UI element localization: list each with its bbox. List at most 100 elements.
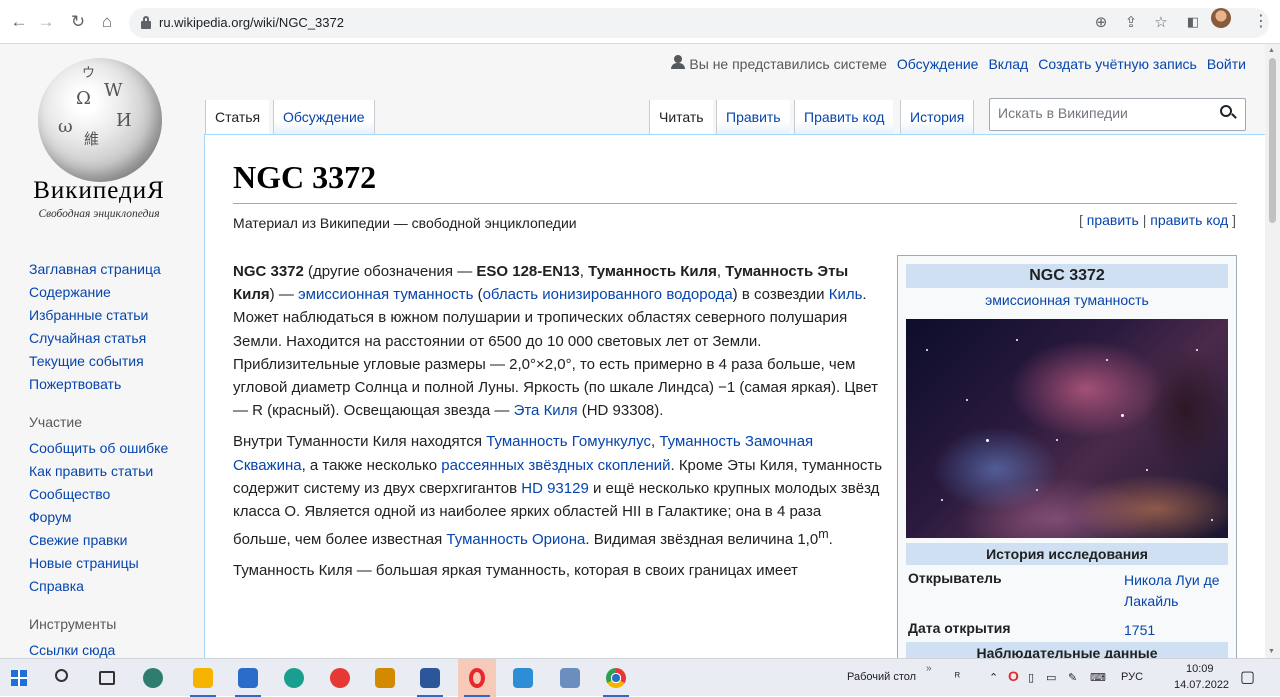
scroll-up-icon[interactable]: ▲ bbox=[1268, 47, 1275, 54]
url-text[interactable]: ru.wikipedia.org/wiki/NGC_3372 bbox=[159, 15, 344, 30]
discovery-date-link[interactable]: 1751 bbox=[1124, 620, 1228, 641]
sidebar-item-random[interactable]: Случайная статья bbox=[29, 327, 199, 350]
search-input[interactable] bbox=[998, 105, 1213, 121]
create-account-link[interactable]: Создать учётную запись bbox=[1038, 56, 1197, 72]
link-carina[interactable]: Киль bbox=[829, 286, 863, 303]
page-scrollbar[interactable]: ▲ ▼ bbox=[1265, 44, 1280, 658]
paragraph-2: Внутри Туманности Киля находятся Туманно… bbox=[233, 433, 883, 549]
sidebar-item-featured[interactable]: Избранные статьи bbox=[29, 304, 199, 327]
windows-start-icon[interactable] bbox=[0, 659, 38, 697]
task-view-icon[interactable] bbox=[88, 659, 126, 697]
paint-icon[interactable] bbox=[551, 659, 589, 697]
content-area: NGC 3372 Материал из Википедии — свободн… bbox=[204, 134, 1265, 658]
link-open-clusters[interactable]: рассеянных звёздных скоплений bbox=[441, 457, 670, 474]
network-icon[interactable]: ▭ bbox=[1046, 671, 1056, 684]
profile-avatar[interactable] bbox=[1211, 8, 1231, 28]
desktop-label[interactable]: Рабочий стол bbox=[847, 671, 916, 683]
sidebar-item-how-to-edit[interactable]: Как править статьи bbox=[29, 460, 199, 483]
tab-history[interactable]: История bbox=[900, 100, 975, 134]
notifications-icon[interactable]: ▢ bbox=[1240, 667, 1255, 687]
edge-icon[interactable] bbox=[275, 659, 313, 697]
infobox: NGC 3372 эмиссионная туманность История … bbox=[897, 255, 1237, 658]
battery-icon[interactable]: ▯ bbox=[1028, 671, 1034, 684]
infobox-subtitle-link[interactable]: эмиссионная туманность bbox=[906, 292, 1228, 308]
lock-icon[interactable] bbox=[141, 16, 151, 29]
tab-talk[interactable]: Обсуждение bbox=[273, 100, 375, 134]
home-icon[interactable]: ⌂ bbox=[97, 12, 117, 32]
sidebar-item-main-page[interactable]: Заглавная страница bbox=[29, 258, 199, 281]
search-box[interactable] bbox=[989, 98, 1246, 131]
edit-source-link[interactable]: править код bbox=[1150, 212, 1228, 228]
forward-icon[interactable]: → bbox=[36, 12, 56, 32]
nebula-image[interactable] bbox=[906, 319, 1228, 538]
sidebar-item-report-error[interactable]: Сообщить об ошибке bbox=[29, 437, 199, 460]
personal-talk-link[interactable]: Обсуждение bbox=[897, 56, 979, 72]
opera-icon[interactable] bbox=[458, 659, 496, 697]
sidepanel-icon[interactable]: ◧ bbox=[1183, 14, 1203, 30]
file-explorer-icon[interactable] bbox=[184, 659, 222, 697]
keyboard-icon[interactable]: ⌨ bbox=[1090, 671, 1106, 684]
star-icon[interactable]: ☆ bbox=[1151, 13, 1171, 31]
link-hd-93129[interactable]: HD 93129 bbox=[521, 480, 589, 497]
personal-contributions-link[interactable]: Вклад bbox=[988, 56, 1028, 72]
tab-article[interactable]: Статья bbox=[205, 100, 270, 134]
word-icon[interactable] bbox=[411, 659, 449, 697]
search-icon[interactable] bbox=[1220, 105, 1237, 121]
sidebar-item-new-pages[interactable]: Новые страницы bbox=[29, 552, 199, 575]
back-icon[interactable]: ← bbox=[9, 12, 29, 32]
scroll-down-icon[interactable]: ▼ bbox=[1268, 648, 1275, 655]
wikipedia-logo-globe[interactable]: Ω W И ω 維 ウ bbox=[38, 58, 162, 182]
sidebar: Заглавная страница Содержание Избранные … bbox=[29, 258, 199, 658]
sidebar-item-community[interactable]: Сообщество bbox=[29, 483, 199, 506]
scrollbar-thumb[interactable] bbox=[1269, 58, 1276, 223]
yandex-icon[interactable] bbox=[321, 659, 359, 697]
search-icon[interactable] bbox=[44, 659, 82, 697]
sidebar-item-help[interactable]: Справка bbox=[29, 575, 199, 598]
language-indicator[interactable]: РУС bbox=[1121, 671, 1143, 683]
reload-icon[interactable]: ↻ bbox=[68, 12, 88, 32]
screen-icon[interactable] bbox=[504, 659, 542, 697]
desktop-chevron-icon[interactable]: » bbox=[926, 663, 932, 674]
tab-edit-source[interactable]: Править код bbox=[794, 100, 894, 134]
link-homunculus[interactable]: Туманность Гомункулус bbox=[486, 433, 651, 450]
sidebar-item-forum[interactable]: Форум bbox=[29, 506, 199, 529]
chrome-icon[interactable] bbox=[597, 659, 635, 697]
clock-date[interactable]: 14.07.2022 bbox=[1174, 679, 1229, 691]
clock-time[interactable]: 10:09 bbox=[1186, 663, 1214, 675]
share-icon[interactable]: ⇪ bbox=[1121, 13, 1141, 31]
link-hii-region[interactable]: область ионизированного водорода bbox=[483, 286, 733, 303]
sidebar-nav: Заглавная страница Содержание Избранные … bbox=[29, 258, 199, 396]
discoverer-link[interactable]: Никола Луи де Лакайль bbox=[1124, 570, 1228, 612]
tray-expand-icon[interactable]: ⌃ bbox=[989, 671, 998, 684]
opera-tray-icon[interactable]: O bbox=[1008, 668, 1019, 684]
mail-icon[interactable] bbox=[229, 659, 267, 697]
zoom-icon[interactable]: ⊕ bbox=[1091, 13, 1111, 31]
personal-tools: Вы не представились системе Обсуждение В… bbox=[671, 55, 1246, 72]
link-eta-carinae[interactable]: Эта Киля bbox=[514, 402, 578, 419]
address-bar[interactable]: ru.wikipedia.org/wiki/NGC_3372 ⊕ ⇪ ☆ ◧ bbox=[129, 8, 1269, 38]
title-divider bbox=[233, 203, 1237, 204]
tab-read[interactable]: Читать bbox=[649, 100, 713, 134]
people-icon[interactable]: ᴿ bbox=[955, 671, 960, 683]
sidebar-item-contents[interactable]: Содержание bbox=[29, 281, 199, 304]
page-title: NGC 3372 bbox=[233, 159, 377, 195]
sidebar-item-donate[interactable]: Пожертвовать bbox=[29, 373, 199, 396]
media-player-icon[interactable] bbox=[366, 659, 404, 697]
sidebar-item-recent-changes[interactable]: Свежие правки bbox=[29, 529, 199, 552]
pen-icon[interactable]: ✎ bbox=[1068, 671, 1077, 684]
sidebar-participation: Сообщить об ошибке Как править статьи Со… bbox=[29, 437, 199, 598]
wikipedia-wordmark[interactable]: ВикипедиЯ bbox=[6, 177, 192, 205]
app-circle-icon[interactable] bbox=[134, 659, 172, 697]
system-tray: Рабочий стол » ᴿ ⌃ O ▯ ▭ ✎ ⌨ РУС 10:09 1… bbox=[840, 659, 1280, 697]
link-emission-nebula[interactable]: эмиссионная туманность bbox=[298, 286, 473, 303]
menu-icon[interactable]: ⋮ bbox=[1253, 11, 1269, 31]
anon-user: Вы не представились системе bbox=[671, 55, 887, 72]
sidebar-heading-participation: Участие bbox=[29, 414, 82, 430]
sidebar-item-current-events[interactable]: Текущие события bbox=[29, 350, 199, 373]
edit-link[interactable]: править bbox=[1087, 212, 1139, 228]
tab-edit[interactable]: Править bbox=[716, 100, 790, 134]
wikipedia-tagline: Свободная энциклопедия bbox=[38, 208, 160, 220]
login-link[interactable]: Войти bbox=[1207, 56, 1246, 72]
sidebar-item-what-links-here[interactable]: Ссылки сюда bbox=[29, 639, 199, 658]
link-orion-nebula[interactable]: Туманность Ориона bbox=[446, 531, 585, 548]
